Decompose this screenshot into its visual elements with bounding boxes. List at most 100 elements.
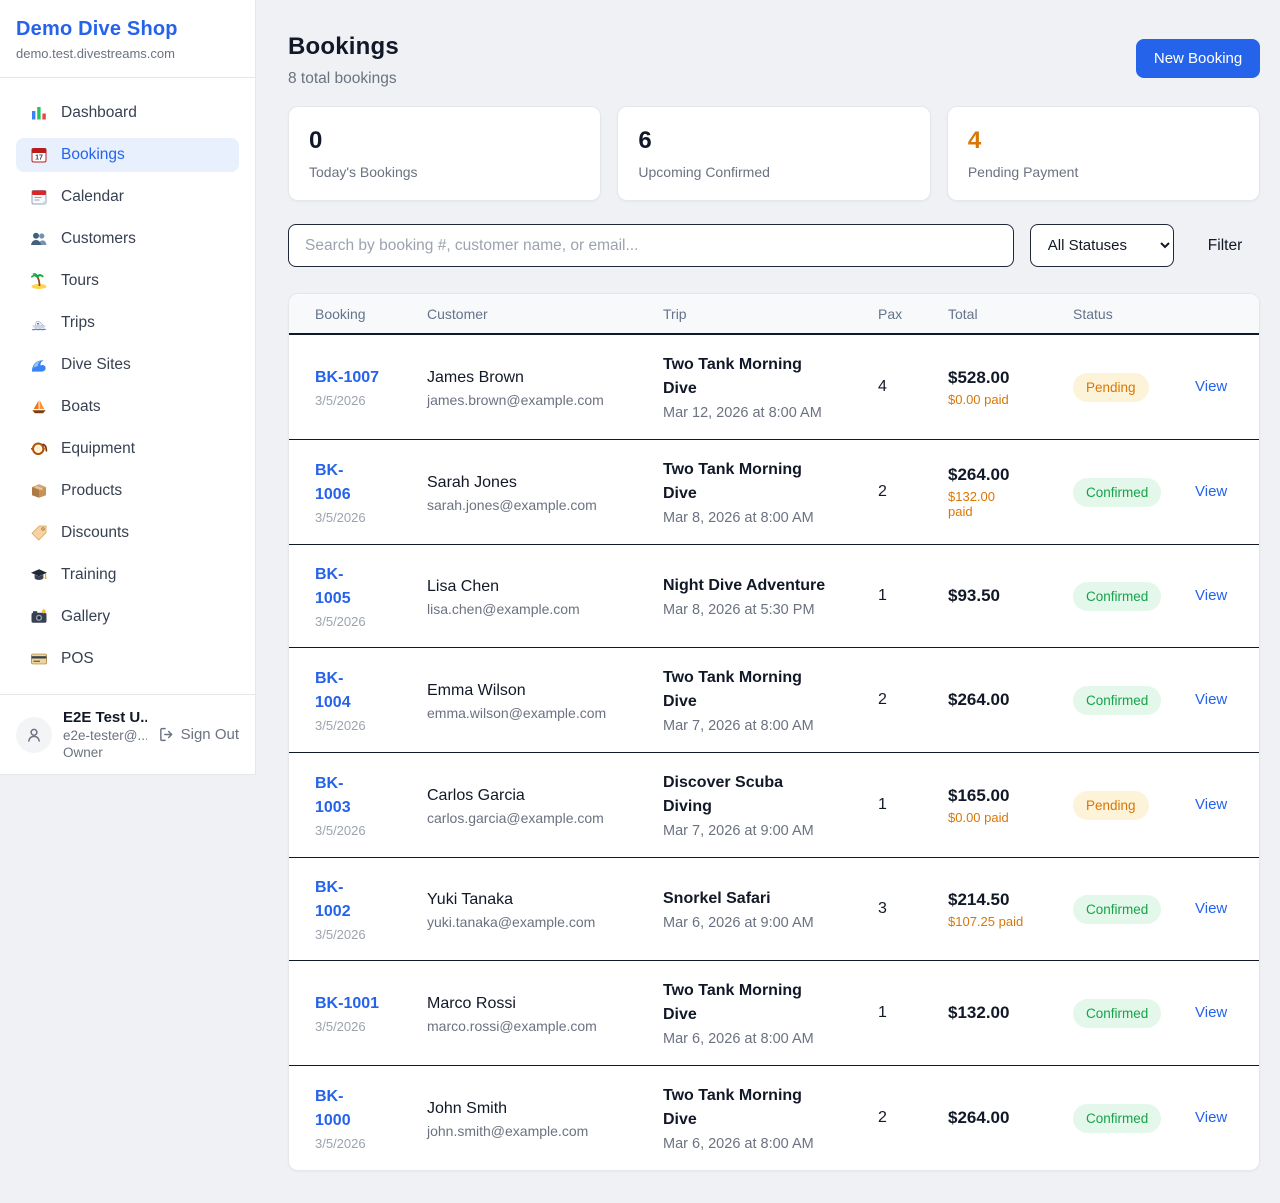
filter-controls: All Statuses Filter [288, 224, 1260, 267]
customer-email: emma.wilson@example.com [427, 705, 649, 721]
brand-domain: demo.test.divestreams.com [16, 46, 239, 61]
trip-name: Two Tank Morning Dive [663, 979, 864, 1027]
sidebar-item-customers[interactable]: Customers [16, 222, 239, 256]
booking-link[interactable]: BK- 1006 [315, 459, 413, 507]
view-link[interactable]: View [1195, 1109, 1227, 1126]
sidebar-item-label: Dashboard [61, 104, 137, 122]
booking-link[interactable]: BK- 1000 [315, 1085, 413, 1133]
stat-label: Pending Payment [968, 164, 1239, 180]
sidebar-nav: Dashboard 17 Bookings Calendar Customers [0, 78, 255, 694]
sidebar-item-label: Calendar [61, 188, 124, 206]
pax-value: 2 [878, 691, 948, 709]
trip-name: Night Dive Adventure [663, 574, 864, 598]
sign-out-label: Sign Out [181, 726, 239, 743]
booking-link[interactable]: BK- 1004 [315, 667, 413, 715]
user-email: e2e-tester@... [63, 728, 147, 743]
table-row: BK- 1004 3/5/2026 Emma Wilson emma.wilso… [289, 648, 1259, 753]
grad-cap-icon [30, 566, 48, 584]
trip-datetime: Mar 12, 2026 at 8:00 AM [663, 405, 864, 421]
table-header: Booking Customer Trip Pax Total Status [289, 294, 1259, 335]
page-header: Bookings 8 total bookings New Booking [288, 33, 1260, 88]
booking-link[interactable]: BK- 1003 [315, 772, 413, 820]
booking-link[interactable]: BK- 1002 [315, 876, 413, 924]
trip-name: Snorkel Safari [663, 887, 864, 911]
sidebar-item-gallery[interactable]: Gallery [16, 600, 239, 634]
sidebar-item-discounts[interactable]: Discounts [16, 516, 239, 550]
tag-icon [30, 524, 48, 542]
col-header-booking: Booking [315, 306, 427, 322]
customer-name: James Brown [427, 367, 649, 389]
table-row: BK- 1000 3/5/2026 John Smith john.smith@… [289, 1066, 1259, 1170]
sidebar-item-equipment[interactable]: Equipment [16, 432, 239, 466]
table-row: BK- 1003 3/5/2026 Carlos Garcia carlos.g… [289, 753, 1259, 858]
avatar [16, 717, 52, 753]
view-link[interactable]: View [1195, 1004, 1227, 1021]
customer-email: carlos.garcia@example.com [427, 810, 649, 826]
view-link[interactable]: View [1195, 483, 1227, 500]
pax-value: 2 [878, 1109, 948, 1127]
trip-name: Two Tank Morning Dive [663, 666, 864, 714]
sidebar-item-training[interactable]: Training [16, 558, 239, 592]
sidebar-item-bookings[interactable]: 17 Bookings [16, 138, 239, 172]
col-header-customer: Customer [427, 306, 663, 322]
view-link[interactable]: View [1195, 796, 1227, 813]
booking-date: 3/5/2026 [315, 510, 413, 525]
stats-row: 0 Today's Bookings 6 Upcoming Confirmed … [288, 106, 1260, 201]
view-link[interactable]: View [1195, 378, 1227, 395]
table-row: BK-1001 3/5/2026 Marco Rossi marco.rossi… [289, 961, 1259, 1066]
sidebar-item-label: Tours [61, 272, 99, 290]
filter-button[interactable]: Filter [1190, 229, 1260, 263]
sidebar-item-calendar[interactable]: Calendar [16, 180, 239, 214]
trip-datetime: Mar 6, 2026 at 8:00 AM [663, 1136, 864, 1152]
customer-name: Marco Rossi [427, 993, 649, 1015]
stat-value: 0 [309, 127, 580, 155]
trip-name: Two Tank Morning Dive [663, 1084, 864, 1132]
view-link[interactable]: View [1195, 587, 1227, 604]
table-row: BK-1007 3/5/2026 James Brown james.brown… [289, 335, 1259, 440]
camera-icon [30, 608, 48, 626]
page-title: Bookings [288, 33, 399, 61]
booking-date: 3/5/2026 [315, 1019, 413, 1034]
customer-email: sarah.jones@example.com [427, 497, 649, 513]
customer-name: Lisa Chen [427, 576, 649, 598]
total-value: $132.00 [948, 1003, 1059, 1023]
sign-out-icon [158, 726, 175, 743]
sidebar-item-dashboard[interactable]: Dashboard [16, 96, 239, 130]
new-booking-button[interactable]: New Booking [1136, 39, 1260, 78]
total-value: $264.00 [948, 1108, 1059, 1128]
sidebar-item-boats[interactable]: Boats [16, 390, 239, 424]
calendar-17-icon: 17 [30, 146, 48, 164]
booking-date: 3/5/2026 [315, 1136, 413, 1151]
sign-out-button[interactable]: Sign Out [158, 726, 239, 743]
customer-email: john.smith@example.com [427, 1123, 649, 1139]
user-name: E2E Test U... [63, 709, 147, 726]
booking-link[interactable]: BK-1007 [315, 366, 413, 390]
booking-date: 3/5/2026 [315, 614, 413, 629]
status-filter-select[interactable]: All Statuses [1030, 224, 1174, 267]
table-row: BK- 1005 3/5/2026 Lisa Chen lisa.chen@ex… [289, 545, 1259, 648]
sidebar-item-dive-sites[interactable]: Dive Sites [16, 348, 239, 382]
booking-link[interactable]: BK- 1005 [315, 563, 413, 611]
view-link[interactable]: View [1195, 900, 1227, 917]
sidebar-item-label: Discounts [61, 524, 129, 542]
sidebar-item-trips[interactable]: Trips [16, 306, 239, 340]
status-badge: Confirmed [1073, 582, 1161, 611]
sidebar-item-tours[interactable]: Tours [16, 264, 239, 298]
booking-link[interactable]: BK-1001 [315, 992, 413, 1016]
booking-date: 3/5/2026 [315, 718, 413, 733]
booking-date: 3/5/2026 [315, 927, 413, 942]
status-badge: Confirmed [1073, 478, 1161, 507]
customer-email: lisa.chen@example.com [427, 601, 649, 617]
view-link[interactable]: View [1195, 691, 1227, 708]
app-sidebar: Demo Dive Shop demo.test.divestreams.com… [0, 0, 256, 775]
stat-card: 4 Pending Payment [947, 106, 1260, 201]
sidebar-item-products[interactable]: Products [16, 474, 239, 508]
sidebar-item-pos[interactable]: POS [16, 642, 239, 676]
trip-datetime: Mar 8, 2026 at 5:30 PM [663, 602, 864, 618]
search-input[interactable] [288, 224, 1014, 267]
paid-value: $132.00 paid [948, 489, 1059, 519]
total-value: $528.00 [948, 368, 1059, 388]
calendar-icon [30, 188, 48, 206]
island-icon [30, 272, 48, 290]
table-row: BK- 1006 3/5/2026 Sarah Jones sarah.jone… [289, 440, 1259, 545]
